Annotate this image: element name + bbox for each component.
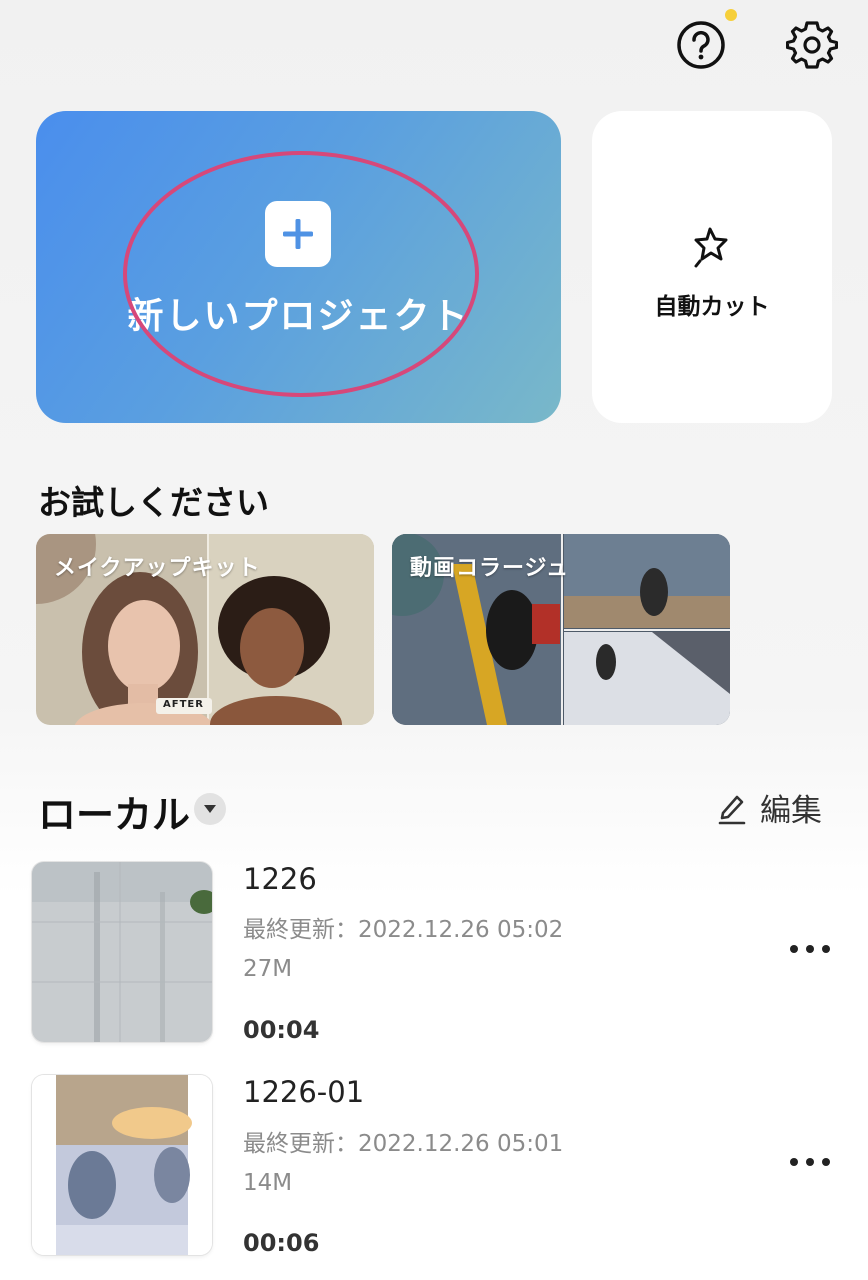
project-updated: 最終更新：2022.12.26 05:01: [243, 1131, 564, 1157]
project-size: 14M: [243, 1170, 293, 1196]
local-dropdown-button[interactable]: [194, 793, 226, 825]
more-dots-icon: [790, 1158, 798, 1166]
help-button[interactable]: [673, 17, 729, 73]
settings-button[interactable]: [784, 17, 840, 73]
auto-cut-label: 自動カット: [654, 294, 770, 320]
project-thumbnail[interactable]: [32, 862, 212, 1042]
after-badge: AFTER: [163, 699, 204, 710]
project-name: 1226: [243, 862, 317, 896]
project-more-button[interactable]: [790, 1158, 830, 1170]
feature-card-makeup[interactable]: メイクアップキット AFTER: [36, 534, 374, 725]
pencil-icon: [718, 795, 746, 824]
help-circle-icon: [677, 21, 725, 69]
project-updated: 最終更新：2022.12.26 05:02: [243, 917, 564, 943]
project-duration: 00:04: [243, 1016, 320, 1044]
auto-cut-button[interactable]: 自動カット: [592, 111, 832, 423]
project-name: 1226-01: [243, 1075, 365, 1109]
feature-card-makeup-label: メイクアップキット: [54, 556, 261, 581]
project-duration: 00:06: [243, 1229, 320, 1257]
more-dots-icon: [790, 945, 798, 953]
sparkle-star-icon: [694, 227, 728, 268]
project-thumbnail[interactable]: [32, 1075, 212, 1255]
notification-dot: [725, 9, 737, 21]
project-more-button[interactable]: [790, 945, 830, 957]
section-title-try: お試しください: [38, 483, 269, 522]
local-title: ローカル: [38, 793, 191, 837]
feature-card-video-collage-label: 動画コラージュ: [410, 556, 570, 581]
gear-icon: [786, 21, 838, 69]
project-size: 27M: [243, 956, 293, 982]
highlight-annotation: [123, 151, 479, 397]
edit-button[interactable]: 編集: [716, 785, 822, 830]
feature-card-video-collage[interactable]: 動画コラージュ: [392, 534, 730, 725]
edit-label: 編集: [760, 793, 822, 829]
caret-down-icon: [204, 805, 216, 813]
